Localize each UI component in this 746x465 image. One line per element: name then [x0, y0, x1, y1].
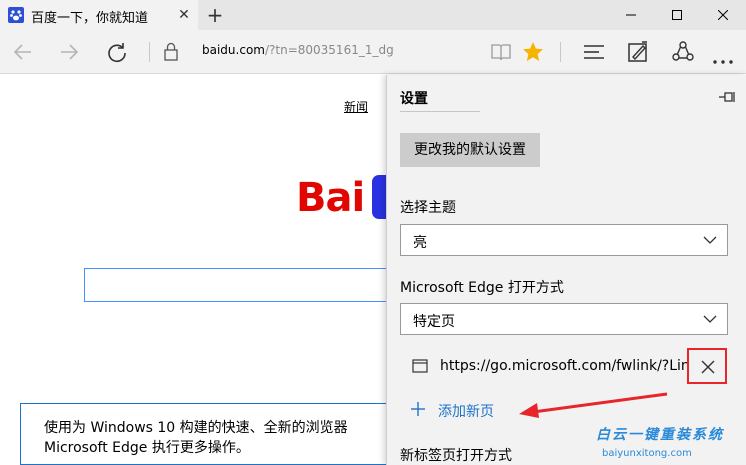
settings-title: 设置 — [400, 91, 428, 107]
forward-button[interactable] — [56, 39, 82, 65]
promo-text: 使用为 Windows 10 构建的快速、全新的浏览器 Microsoft Ed… — [44, 418, 348, 458]
scrolled-content-edge — [400, 111, 480, 115]
hub-icon[interactable] — [583, 42, 605, 66]
theme-select[interactable]: 亮 — [400, 224, 728, 256]
navigation-bar: baidu.com/?tn=80035161_1_dg — [0, 30, 746, 74]
change-default-settings-button[interactable]: 更改我的默认设置 — [400, 133, 540, 167]
refresh-button[interactable] — [104, 39, 130, 65]
back-button[interactable] — [10, 39, 36, 65]
refresh-icon — [108, 43, 126, 63]
remove-page-button[interactable] — [687, 348, 727, 384]
forward-arrow-icon — [61, 44, 79, 60]
baidu-paw-icon — [8, 7, 24, 23]
promo-line-1: 使用为 Windows 10 构建的快速、全新的浏览器 — [44, 420, 348, 436]
reading-view-icon[interactable] — [490, 42, 512, 66]
close-icon — [701, 360, 715, 374]
back-arrow-icon — [13, 44, 31, 60]
web-note-icon[interactable] — [627, 40, 649, 68]
specific-page-row: https://go.microsoft.com/fwlink/?Lin — [400, 348, 730, 384]
title-bar: 百度一下，你就知道 ✕ + — [0, 0, 746, 30]
address-path: /?tn=80035161_1_dg — [264, 43, 394, 57]
window-close-button[interactable] — [700, 0, 746, 30]
address-bar[interactable]: baidu.com/?tn=80035161_1_dg — [202, 43, 394, 57]
chevron-down-icon — [703, 315, 717, 323]
watermark-url: baiyunxitong.com — [602, 448, 692, 459]
maximize-icon — [672, 10, 682, 20]
nav-divider — [560, 42, 561, 62]
share-icon[interactable] — [671, 40, 695, 68]
nav-divider — [149, 42, 150, 62]
theme-label: 选择主题 — [400, 200, 456, 216]
baidu-paw-logo-icon — [372, 175, 386, 219]
promo-line-2: Microsoft Edge 执行更多操作。 — [44, 440, 250, 456]
open-with-select[interactable]: 特定页 — [400, 303, 728, 335]
add-new-page-label: 添加新页 — [438, 404, 494, 420]
tab-baidu[interactable]: 百度一下，你就知道 ✕ — [0, 0, 198, 30]
baidu-search-input[interactable] — [84, 268, 386, 302]
new-tab-open-label: 新标签页打开方式 — [400, 448, 512, 464]
address-host: baidu.com — [202, 43, 265, 57]
edge-promo-banner[interactable]: 使用为 Windows 10 构建的快速、全新的浏览器 Microsoft Ed… — [20, 403, 386, 465]
watermark: 白云一键重装系统 baiyunxitong.com — [596, 424, 742, 464]
maximize-button[interactable] — [654, 0, 700, 30]
plus-icon — [411, 402, 425, 416]
tab-close-icon[interactable]: ✕ — [174, 5, 194, 25]
open-with-value: 特定页 — [413, 314, 455, 330]
tab-title: 百度一下，你就知道 — [31, 11, 149, 26]
news-link[interactable]: 新闻 — [344, 98, 368, 115]
watermark-title: 白云一键重装系统 — [596, 427, 724, 443]
new-tab-button[interactable]: + — [202, 2, 228, 28]
web-page: 新闻 Bai 使用为 Windows 10 构建的快速、全新的浏览器 Micro… — [0, 75, 386, 465]
annotation-arrow-icon — [519, 392, 668, 418]
favorite-star-icon[interactable] — [521, 40, 545, 68]
more-icon[interactable] — [712, 50, 734, 69]
page-icon — [412, 359, 428, 373]
theme-value: 亮 — [413, 235, 427, 251]
minimize-icon — [626, 14, 636, 16]
window-close-icon — [718, 10, 728, 20]
baidu-logo[interactable]: Bai — [296, 175, 365, 221]
chevron-down-icon — [703, 236, 717, 244]
pin-icon[interactable] — [718, 89, 736, 108]
specific-page-url[interactable]: https://go.microsoft.com/fwlink/?Lin — [440, 358, 690, 374]
open-with-label: Microsoft Edge 打开方式 — [400, 280, 564, 296]
lock-icon[interactable] — [163, 42, 179, 66]
minimize-button[interactable] — [608, 0, 654, 30]
